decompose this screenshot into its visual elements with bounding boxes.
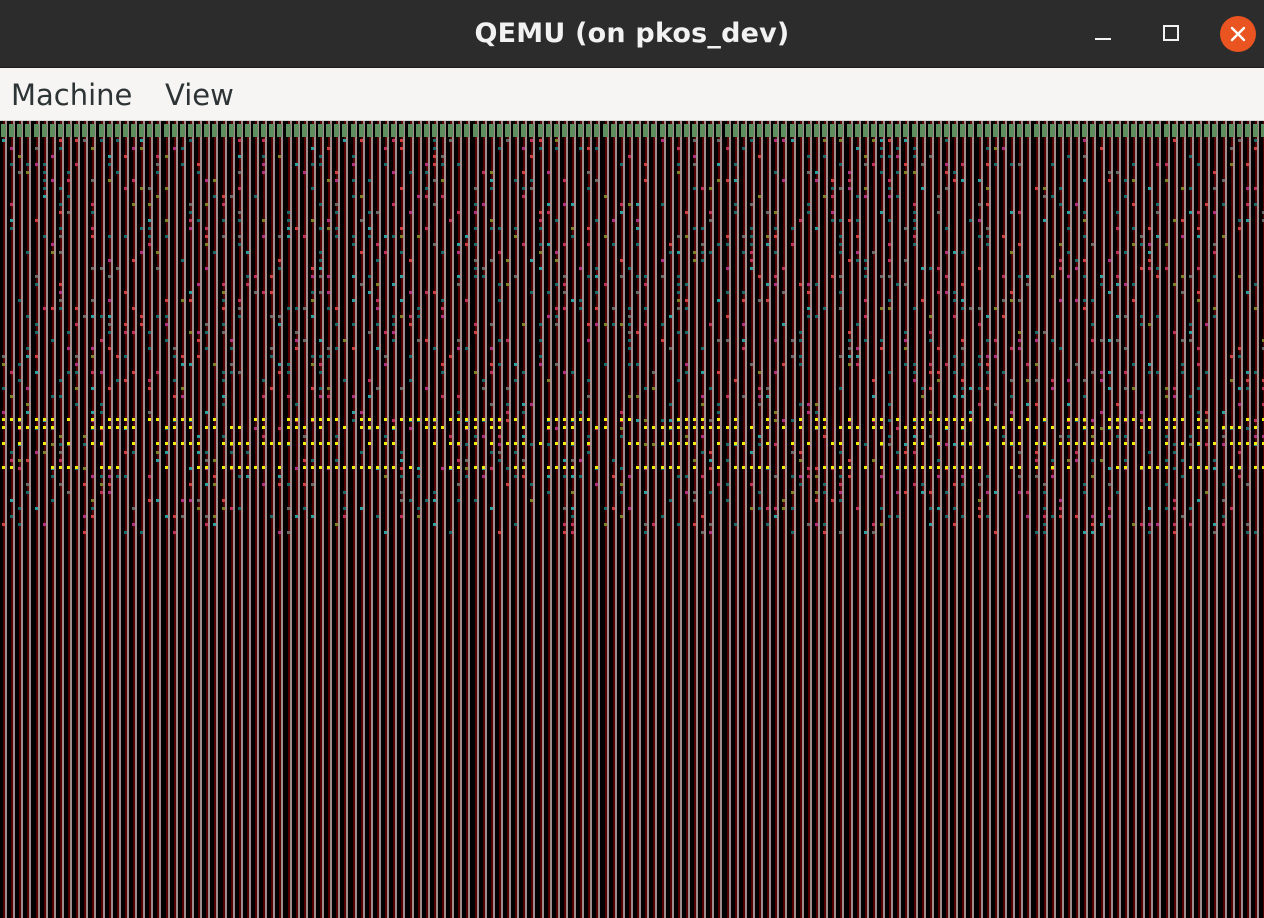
- title-bar[interactable]: QEMU (on pkos_dev): [0, 0, 1264, 68]
- close-button[interactable]: [1218, 14, 1258, 54]
- minimize-icon: [1095, 38, 1111, 40]
- qemu-window: QEMU (on pkos_dev) Machine View: [0, 0, 1264, 918]
- maximize-button[interactable]: [1151, 14, 1191, 54]
- minimize-button[interactable]: [1083, 14, 1123, 54]
- maximize-icon: [1163, 25, 1179, 41]
- menu-machine[interactable]: Machine: [0, 68, 143, 121]
- menu-view[interactable]: View: [154, 68, 245, 121]
- guest-framebuffer: [0, 121, 1264, 918]
- window-title: QEMU (on pkos_dev): [474, 18, 790, 49]
- menu-bar: Machine View: [0, 68, 1264, 121]
- guest-display[interactable]: [0, 121, 1264, 918]
- close-icon: [1230, 26, 1246, 42]
